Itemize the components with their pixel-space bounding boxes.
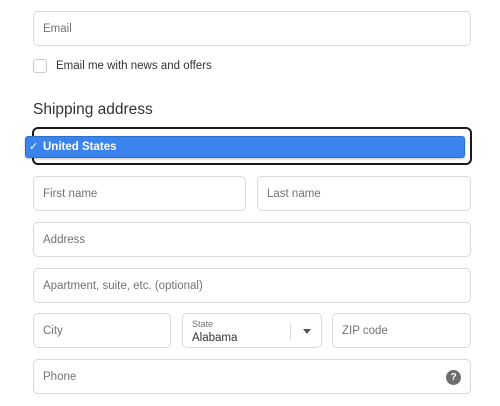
state-value: Alabama (192, 332, 238, 344)
country-option-selected[interactable]: ✓ United States (25, 136, 465, 158)
country-option-label: United States (43, 141, 117, 153)
state-label: State (192, 319, 214, 329)
city-placeholder: City (43, 324, 63, 337)
phone-field[interactable]: Phone ? (33, 359, 471, 394)
state-select[interactable]: State Alabama (182, 313, 322, 348)
zip-code-field[interactable]: ZIP code (332, 313, 471, 348)
help-icon[interactable]: ? (446, 370, 461, 385)
last-name-field[interactable]: Last name (257, 176, 471, 211)
email-placeholder: Email (43, 22, 72, 35)
shipping-address-heading: Shipping address (33, 101, 153, 118)
apartment-field[interactable]: Apartment, suite, etc. (optional) (33, 268, 471, 303)
check-icon: ✓ (29, 140, 39, 153)
newsletter-checkbox[interactable] (33, 59, 47, 73)
address-field[interactable]: Address (33, 222, 471, 257)
email-field[interactable]: Email (33, 11, 471, 46)
phone-placeholder: Phone (43, 370, 77, 383)
state-divider (290, 323, 291, 340)
newsletter-label[interactable]: Email me with news and offers (56, 60, 212, 72)
zip-code-placeholder: ZIP code (342, 324, 388, 337)
last-name-placeholder: Last name (267, 187, 321, 200)
first-name-field[interactable]: First name (33, 176, 246, 211)
chevron-down-icon[interactable] (303, 329, 311, 334)
city-field[interactable]: City (33, 313, 171, 348)
address-placeholder: Address (43, 233, 86, 246)
first-name-placeholder: First name (43, 187, 98, 200)
newsletter-option[interactable]: Email me with news and offers (33, 58, 212, 74)
apartment-placeholder: Apartment, suite, etc. (optional) (43, 279, 203, 292)
